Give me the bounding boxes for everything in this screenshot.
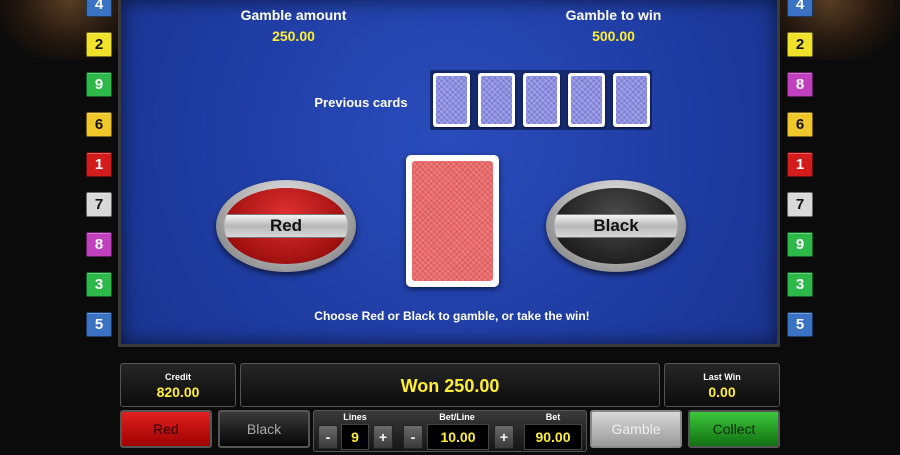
bet-label: Bet <box>545 412 561 422</box>
line-indicator-1[interactable]: 1 <box>86 152 112 177</box>
line-indicators-left: 4 2 9 6 1 7 8 3 5 <box>86 0 112 340</box>
previous-card <box>478 73 515 127</box>
card-back <box>526 76 557 124</box>
collect-button[interactable]: Collect <box>688 410 780 448</box>
line-indicators-right: 4 2 8 6 1 7 9 3 5 <box>787 0 813 340</box>
previous-card <box>613 73 650 127</box>
line-indicator-4[interactable]: 4 <box>787 0 813 17</box>
black-choice-label: Black <box>554 214 678 238</box>
betline-plus-button[interactable]: + <box>494 425 514 449</box>
gamble-amount-label: Gamble amount <box>240 7 347 23</box>
line-indicator-7[interactable]: 7 <box>86 192 112 217</box>
line-indicator-5[interactable]: 5 <box>86 312 112 337</box>
last-win-label: Last Win <box>703 372 741 382</box>
red-choice-button[interactable]: Red <box>216 180 356 272</box>
betline-minus-button[interactable]: - <box>403 425 423 449</box>
line-indicator-8[interactable]: 8 <box>86 232 112 257</box>
previous-card <box>568 73 605 127</box>
previous-cards-label: Previous cards <box>314 95 408 110</box>
gamble-card <box>406 155 499 287</box>
black-choice-button[interactable]: Black <box>546 180 686 272</box>
line-indicator-7[interactable]: 7 <box>787 192 813 217</box>
line-indicator-3[interactable]: 3 <box>787 272 813 297</box>
line-indicator-8[interactable]: 8 <box>787 72 813 97</box>
line-indicator-4[interactable]: 4 <box>86 0 112 17</box>
background-glow-right <box>760 0 900 60</box>
previous-card <box>523 73 560 127</box>
bet-controls: Lines - 9 + Bet/Line - 10.00 + Bet 90.00 <box>313 410 587 452</box>
line-indicator-6[interactable]: 6 <box>787 112 813 137</box>
previous-cards <box>430 70 652 130</box>
previous-card <box>433 73 470 127</box>
last-win-panel: Last Win 0.00 <box>664 363 780 407</box>
black-button[interactable]: Black <box>218 410 310 448</box>
gamble-to-win-label: Gamble to win <box>565 7 662 23</box>
lines-label: Lines <box>343 412 367 422</box>
line-indicator-9[interactable]: 9 <box>787 232 813 257</box>
card-back <box>412 161 493 281</box>
red-choice-label: Red <box>224 214 348 238</box>
line-indicator-9[interactable]: 9 <box>86 72 112 97</box>
card-back <box>436 76 467 124</box>
lines-minus-button[interactable]: - <box>318 425 338 449</box>
line-indicator-1[interactable]: 1 <box>787 152 813 177</box>
gamble-amount-value: 250.00 <box>272 28 315 44</box>
lines-value: 9 <box>341 424 369 450</box>
line-indicator-5[interactable]: 5 <box>787 312 813 337</box>
gamble-table: Gamble amount 250.00 Gamble to win 500.0… <box>118 0 780 347</box>
betline-value: 10.00 <box>427 424 489 450</box>
credit-value: 820.00 <box>156 384 200 400</box>
line-indicator-2[interactable]: 2 <box>787 32 813 57</box>
betline-label: Bet/Line <box>439 412 475 422</box>
credit-label: Credit <box>164 372 191 382</box>
card-back <box>571 76 602 124</box>
last-win-value: 0.00 <box>708 384 736 400</box>
card-back <box>481 76 512 124</box>
credit-panel: Credit 820.00 <box>120 363 236 407</box>
line-indicator-2[interactable]: 2 <box>86 32 112 57</box>
gamble-button[interactable]: Gamble <box>590 410 682 448</box>
line-indicator-3[interactable]: 3 <box>86 272 112 297</box>
win-message: Won 250.00 <box>400 376 500 396</box>
message-panel: Won 250.00 <box>240 363 660 407</box>
card-back <box>616 76 647 124</box>
lines-plus-button[interactable]: + <box>373 425 393 449</box>
red-button[interactable]: Red <box>120 410 212 448</box>
line-indicator-6[interactable]: 6 <box>86 112 112 137</box>
instruction-text: Choose Red or Black to gamble, or take t… <box>314 309 590 323</box>
gamble-to-win-value: 500.00 <box>592 28 635 44</box>
bet-value: 90.00 <box>524 424 582 450</box>
